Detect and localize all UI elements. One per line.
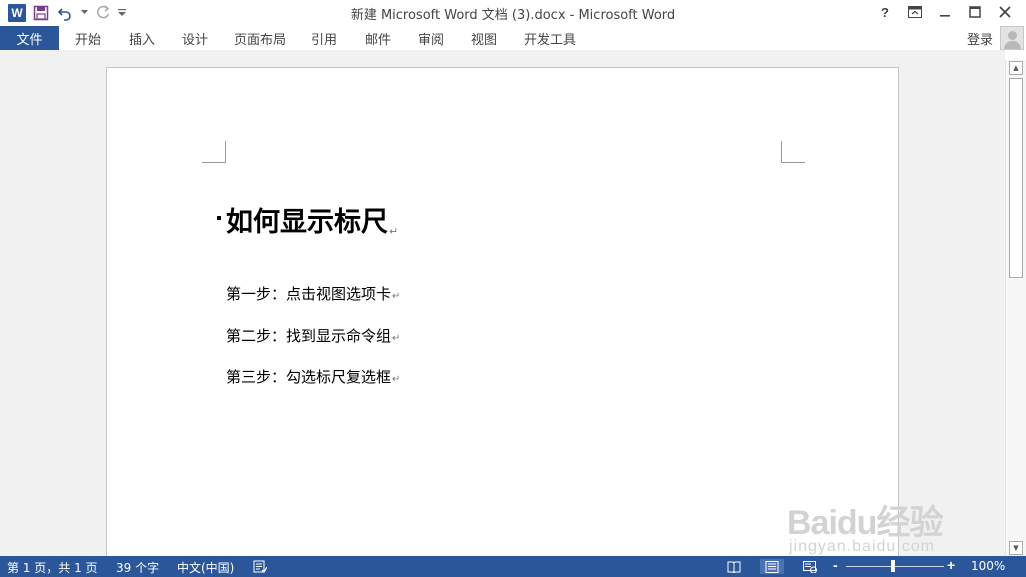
word-count[interactable]: 39 个字 [116, 559, 159, 576]
web-layout-icon[interactable] [802, 559, 818, 574]
redo-icon[interactable] [94, 4, 112, 22]
document-page[interactable]: 如何显示标尺↵ 第一步：点击视图选项卡↵ 第二步：找到显示命令组↵ 第三步：勾选… [106, 67, 899, 556]
tab-insert[interactable]: 插入 [129, 29, 155, 48]
document-canvas[interactable]: 如何显示标尺↵ 第一步：点击视图选项卡↵ 第二步：找到显示命令组↵ 第三步：勾选… [0, 50, 1005, 556]
crop-mark-top-left [202, 141, 226, 163]
print-layout-icon[interactable] [760, 559, 784, 574]
zoom-slider-thumb[interactable] [891, 560, 895, 572]
document-heading[interactable]: 如何显示标尺↵ [226, 200, 398, 239]
tab-view[interactable]: 视图 [471, 29, 497, 48]
step-paragraph-1[interactable]: 第一步：点击视图选项卡↵ [226, 283, 400, 304]
tab-mailings[interactable]: 邮件 [365, 29, 391, 48]
scroll-up-icon[interactable]: ▲ [1009, 61, 1023, 75]
paragraph-mark: ↵ [392, 291, 401, 302]
title-bar: W 新建 Microsoft Word 文档 (3).docx - Micros… [0, 0, 1026, 25]
tab-home[interactable]: 开始 [75, 29, 101, 48]
read-mode-icon[interactable] [726, 559, 742, 574]
help-button[interactable]: ? [870, 2, 900, 22]
paragraph-text: 第一步：点击视图选项卡 [226, 285, 392, 303]
tab-design[interactable]: 设计 [182, 29, 208, 48]
customize-toolbar-icon[interactable] [118, 4, 126, 22]
undo-icon[interactable] [56, 4, 74, 22]
page-count[interactable]: 第 1 页，共 1 页 [7, 559, 98, 576]
heading-bullet [217, 216, 221, 220]
watermark-url: jingyan.baidu.com [789, 538, 935, 555]
word-app-icon[interactable]: W [8, 3, 26, 22]
undo-dropdown-icon[interactable] [80, 4, 88, 22]
tab-review[interactable]: 审阅 [418, 29, 444, 48]
paragraph-mark: ↵ [392, 374, 401, 385]
tab-file[interactable]: 文件 [0, 26, 59, 50]
vertical-scrollbar[interactable]: ▲ ▼ [1005, 60, 1026, 556]
paragraph-mark: ↵ [389, 225, 399, 238]
zoom-out-button[interactable]: - [833, 557, 838, 573]
heading-text: 如何显示标尺 [226, 207, 388, 238]
window-controls: ? [870, 2, 1020, 22]
paragraph-text: 第二步：找到显示命令组 [226, 327, 392, 345]
crop-mark-top-right [781, 141, 805, 163]
tab-developer[interactable]: 开发工具 [524, 29, 576, 48]
paragraph-text: 第三步：勾选标尺复选框 [226, 368, 392, 386]
proofing-icon[interactable] [252, 559, 268, 574]
status-bar: 第 1 页，共 1 页 39 个字 中文(中国) - + 100% [0, 556, 1026, 577]
scrollbar-thumb[interactable] [1009, 78, 1023, 278]
sign-in-link[interactable]: 登录 [967, 29, 993, 48]
quick-access-toolbar: W [8, 3, 126, 22]
zoom-in-button[interactable]: + [947, 557, 955, 573]
watermark-logo: Baidu经验 [787, 504, 943, 542]
scroll-down-icon[interactable]: ▼ [1009, 541, 1023, 555]
paragraph-mark: ↵ [392, 333, 401, 344]
maximize-icon[interactable] [960, 2, 990, 22]
avatar-body [1004, 41, 1021, 49]
step-paragraph-3[interactable]: 第三步：勾选标尺复选框↵ [226, 366, 400, 387]
baidu-watermark: Baidu经验 jingyan.baidu.com [787, 495, 987, 556]
minimize-icon[interactable] [930, 2, 960, 22]
close-icon[interactable] [990, 2, 1020, 22]
zoom-slider-track[interactable] [846, 566, 944, 567]
zoom-level[interactable]: 100% [971, 559, 1005, 573]
step-paragraph-2[interactable]: 第二步：找到显示命令组↵ [226, 325, 400, 346]
tab-page-layout[interactable]: 页面布局 [234, 29, 286, 48]
avatar-head [1008, 31, 1017, 40]
tab-references[interactable]: 引用 [311, 29, 337, 48]
ribbon-display-options-icon[interactable] [900, 2, 930, 22]
ribbon-tab-bar: 文件 开始 插入 设计 页面布局 引用 邮件 审阅 视图 开发工具 登录 [0, 25, 1026, 50]
language-indicator[interactable]: 中文(中国) [177, 559, 234, 576]
save-icon[interactable] [32, 4, 50, 22]
avatar[interactable] [1000, 26, 1024, 50]
